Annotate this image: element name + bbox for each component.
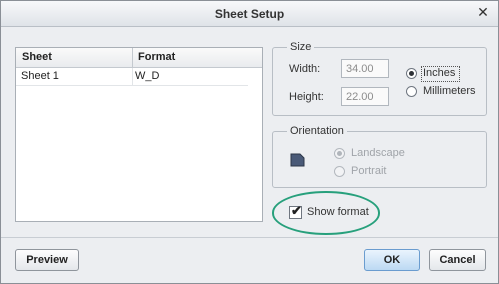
show-format-checkbox[interactable]: ✔ <box>289 203 302 219</box>
column-divider <box>132 48 133 67</box>
ok-button[interactable]: OK <box>364 249 420 271</box>
sheet-setup-dialog: Sheet Setup ✕ Sheet Format Sheet 1 W_D S… <box>0 0 499 284</box>
show-format-label[interactable]: Show format <box>307 206 369 218</box>
portrait-radio[interactable] <box>334 166 345 177</box>
dialog-title: Sheet Setup <box>214 7 285 21</box>
landscape-radio[interactable] <box>334 148 345 159</box>
orientation-group: Orientation Landscape Portrait <box>272 125 487 188</box>
inches-label[interactable]: Inches <box>423 67 455 79</box>
column-header-sheet[interactable]: Sheet <box>22 51 52 63</box>
orientation-legend: Orientation <box>287 125 347 137</box>
portrait-label: Portrait <box>351 165 387 177</box>
width-label: Width: <box>289 63 321 75</box>
size-legend: Size <box>287 41 315 53</box>
width-field[interactable] <box>341 59 389 78</box>
preview-button[interactable]: Preview <box>15 249 79 271</box>
cell-format: W_D <box>135 70 160 82</box>
table-header: Sheet Format <box>16 48 262 68</box>
height-label: Height: <box>289 91 324 103</box>
sheet-table: Sheet Format Sheet 1 W_D <box>15 47 263 222</box>
inches-radio[interactable] <box>406 68 417 79</box>
millimeters-radio[interactable] <box>406 86 417 97</box>
landscape-label: Landscape <box>351 147 405 159</box>
footer-divider <box>1 237 498 238</box>
cell-sheet: Sheet 1 <box>21 70 59 82</box>
title-bar: Sheet Setup ✕ <box>1 1 498 27</box>
close-icon[interactable]: ✕ <box>476 5 490 19</box>
size-group: Size Width: Height: Inches Millimeters <box>272 41 487 116</box>
row-divider <box>132 68 133 85</box>
height-field[interactable] <box>341 87 389 106</box>
checkmark-icon: ✔ <box>291 203 302 218</box>
column-header-format[interactable]: Format <box>138 51 175 63</box>
landscape-sheet-icon <box>290 153 305 167</box>
cancel-button[interactable]: Cancel <box>429 249 486 271</box>
table-row[interactable]: Sheet 1 W_D <box>16 68 248 86</box>
millimeters-label[interactable]: Millimeters <box>423 85 476 97</box>
